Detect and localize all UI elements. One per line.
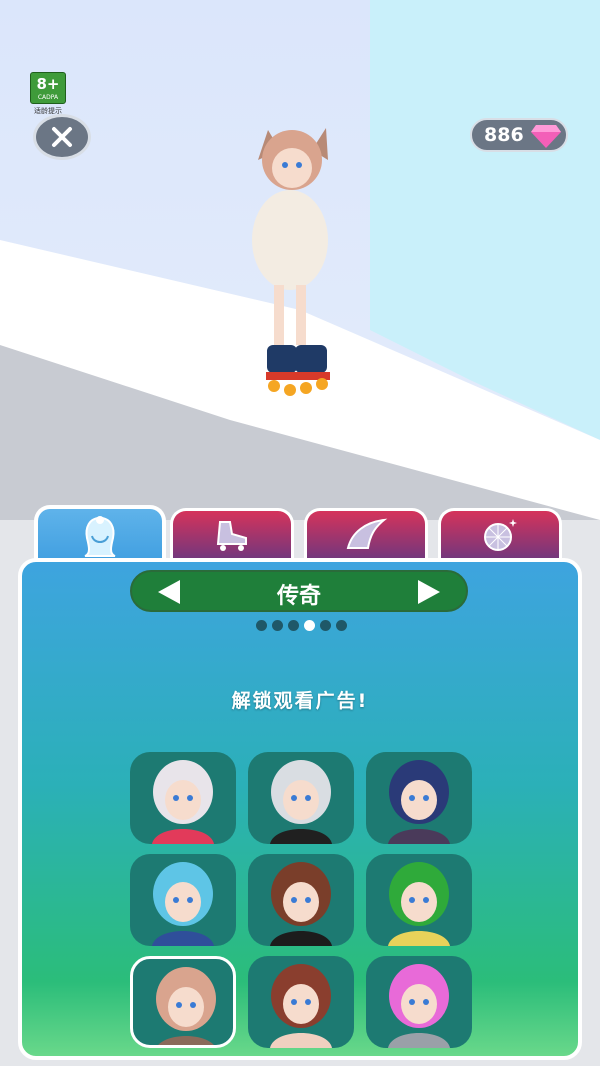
page-dot <box>272 620 283 631</box>
character-option-brown-curly[interactable] <box>248 854 354 946</box>
character-portrait <box>270 862 332 946</box>
arrow-right-icon <box>418 580 440 604</box>
character-portrait <box>270 760 332 844</box>
rating-org: CADPA <box>37 94 59 101</box>
tab-skates[interactable] <box>170 508 294 558</box>
page-indicator <box>256 620 347 631</box>
gem-counter: 886 <box>470 118 568 152</box>
character-portrait <box>388 760 450 844</box>
character-option-auburn[interactable] <box>248 956 354 1048</box>
age-rating-label: 8+ <box>36 75 60 93</box>
character-portrait <box>388 862 450 946</box>
close-button[interactable] <box>33 114 91 160</box>
tab-wings[interactable] <box>304 508 428 558</box>
character-portrait <box>270 964 332 1048</box>
tab-disco[interactable] <box>438 508 562 558</box>
page-dot <box>336 620 347 631</box>
wing-icon <box>346 518 388 549</box>
character-portrait <box>388 964 450 1048</box>
page-dot <box>256 620 267 631</box>
gem-count: 886 <box>484 124 524 146</box>
character-option-ram-skull[interactable] <box>130 752 236 844</box>
unlock-hint: 解锁观看广告! <box>231 690 369 712</box>
character-option-blue-cat[interactable] <box>366 752 472 844</box>
category-selector: 传奇 <box>130 570 468 612</box>
character-portrait <box>156 967 216 1045</box>
next-category-button[interactable] <box>414 578 444 606</box>
tab-hair[interactable] <box>34 505 166 565</box>
character-option-pink-cat[interactable] <box>130 956 236 1048</box>
hair-icon <box>84 516 116 557</box>
character-option-frog-hood[interactable] <box>366 854 472 946</box>
disco-ball-icon <box>484 518 517 551</box>
page-dot <box>320 620 331 631</box>
character-portrait <box>152 862 214 946</box>
page-dot <box>304 620 315 631</box>
close-icon <box>52 127 72 147</box>
page-dot <box>288 620 299 631</box>
character-option-pink-robot[interactable] <box>366 956 472 1048</box>
character-portrait <box>152 760 214 844</box>
roller-skate-icon <box>216 520 247 551</box>
gem-icon <box>531 125 561 148</box>
customization-panel: 传奇 解锁观看广告! <box>18 558 582 1060</box>
character-option-teal-hat[interactable] <box>130 854 236 946</box>
character-option-silver-hair[interactable] <box>248 752 354 844</box>
age-rating-badge: 8+ CADPA 适龄提示 <box>30 72 66 118</box>
